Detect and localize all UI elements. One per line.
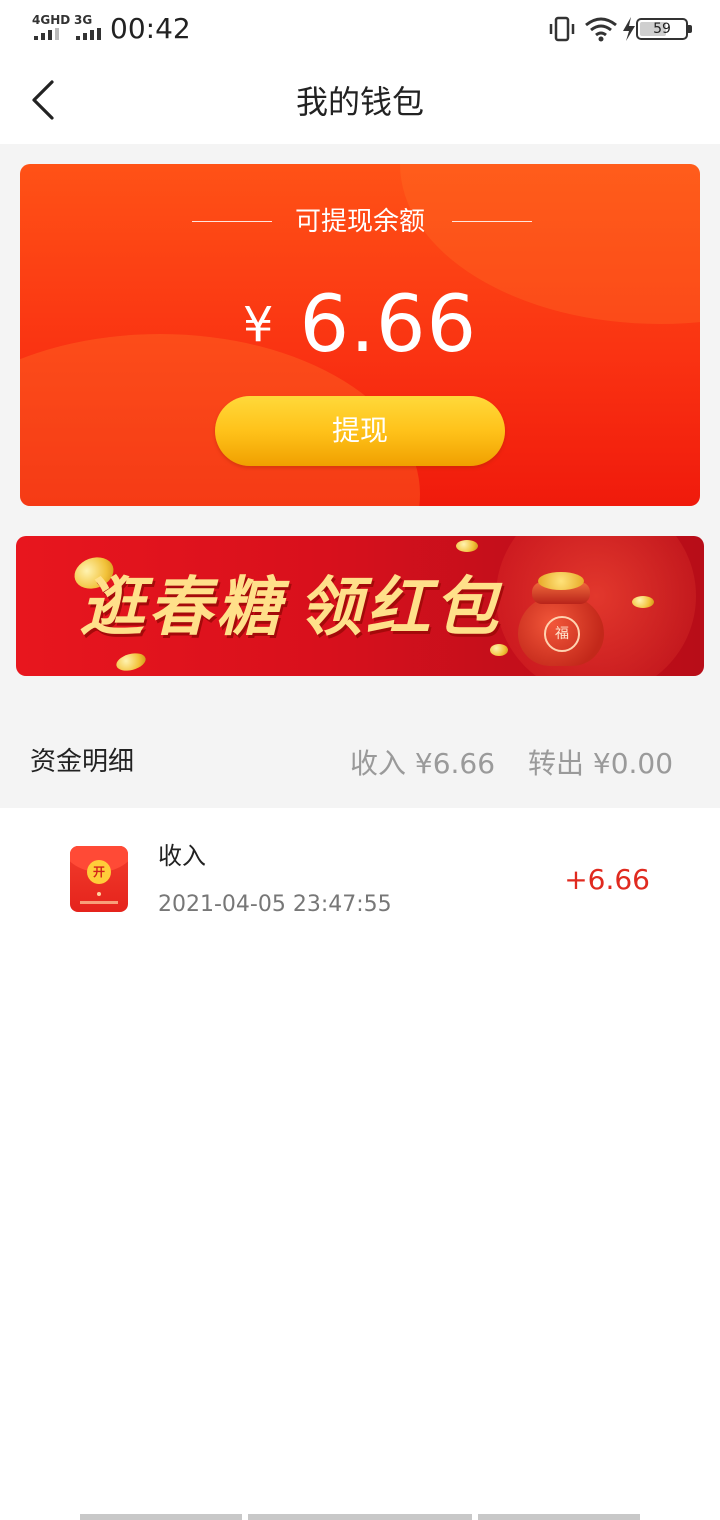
balance-card: 可提现余额 ¥6.66 提现 xyxy=(20,164,700,506)
home-indicator[interactable] xyxy=(80,1514,640,1520)
transaction-type: 收入 xyxy=(158,842,206,870)
funds-detail-title: 资金明细 xyxy=(30,747,135,777)
transaction-row[interactable]: 开 收入 2021-04-05 23:47:55 +6.66 xyxy=(0,808,720,938)
fortune-bag-icon: 福 xyxy=(518,572,604,666)
gold-coin-icon xyxy=(114,650,148,674)
outgoing-summary: 转出 ¥0.00 xyxy=(528,747,674,780)
banner-text-part1: 逛春糖 xyxy=(80,570,284,645)
banner-title: 逛春糖 领红包 xyxy=(80,570,502,646)
promo-banner[interactable]: 逛春糖 领红包 福 xyxy=(16,536,704,676)
withdraw-button[interactable]: 提现 xyxy=(215,396,505,466)
charging-icon xyxy=(623,17,635,41)
status-time: 00:42 xyxy=(110,12,191,45)
red-envelope-icon: 开 xyxy=(70,846,128,912)
nav-header: 我的钱包 xyxy=(0,58,720,144)
balance-value: 6.66 xyxy=(299,280,478,370)
fortune-seal: 福 xyxy=(544,616,580,652)
banner-text-part2: 领红包 xyxy=(298,570,502,645)
page-title: 我的钱包 xyxy=(295,83,424,121)
balance-amount: ¥6.66 xyxy=(20,280,700,370)
vibrate-icon xyxy=(549,16,575,42)
currency-symbol: ¥ xyxy=(242,297,274,353)
wifi-icon xyxy=(585,17,617,42)
transaction-time: 2021-04-05 23:47:55 xyxy=(158,892,392,917)
envelope-open-label: 开 xyxy=(87,860,111,884)
status-bar: 4GHD 3G 00:42 59 xyxy=(0,0,720,58)
battery-level: 59 xyxy=(653,21,671,37)
balance-label: 可提现余额 xyxy=(294,207,425,237)
transaction-amount: +6.66 xyxy=(564,863,650,896)
battery-icon: 59 xyxy=(636,18,692,40)
cloud-ornament-icon xyxy=(632,596,654,608)
cloud-ornament-icon xyxy=(456,540,478,552)
income-summary: 收入 ¥6.66 xyxy=(350,747,496,780)
